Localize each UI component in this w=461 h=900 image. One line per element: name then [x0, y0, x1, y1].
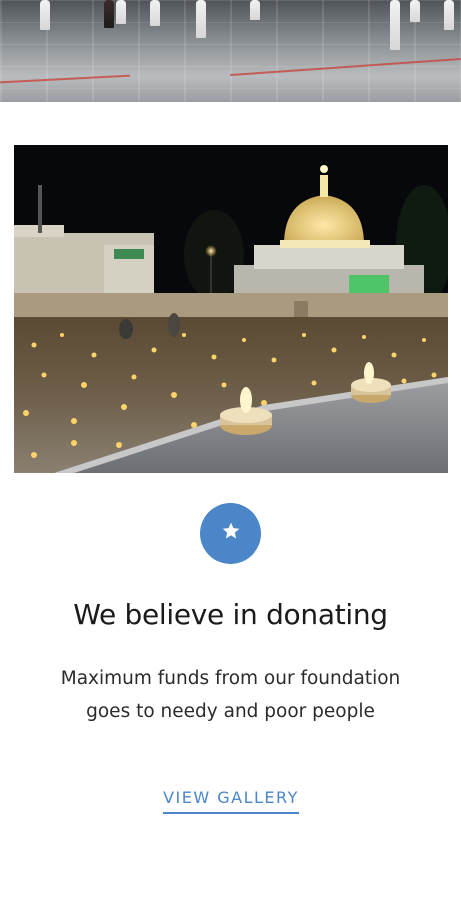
star-badge	[200, 503, 261, 564]
star-icon	[221, 521, 241, 546]
shrine-night-candles-photo	[14, 145, 448, 473]
section-title: We believe in donating	[73, 598, 388, 631]
shrine-illustration	[14, 145, 448, 473]
courtyard-photo	[0, 0, 461, 102]
section-description: Maximum funds from our foundation goes t…	[60, 668, 401, 722]
view-gallery-link[interactable]: VIEW GALLERY	[163, 788, 299, 814]
